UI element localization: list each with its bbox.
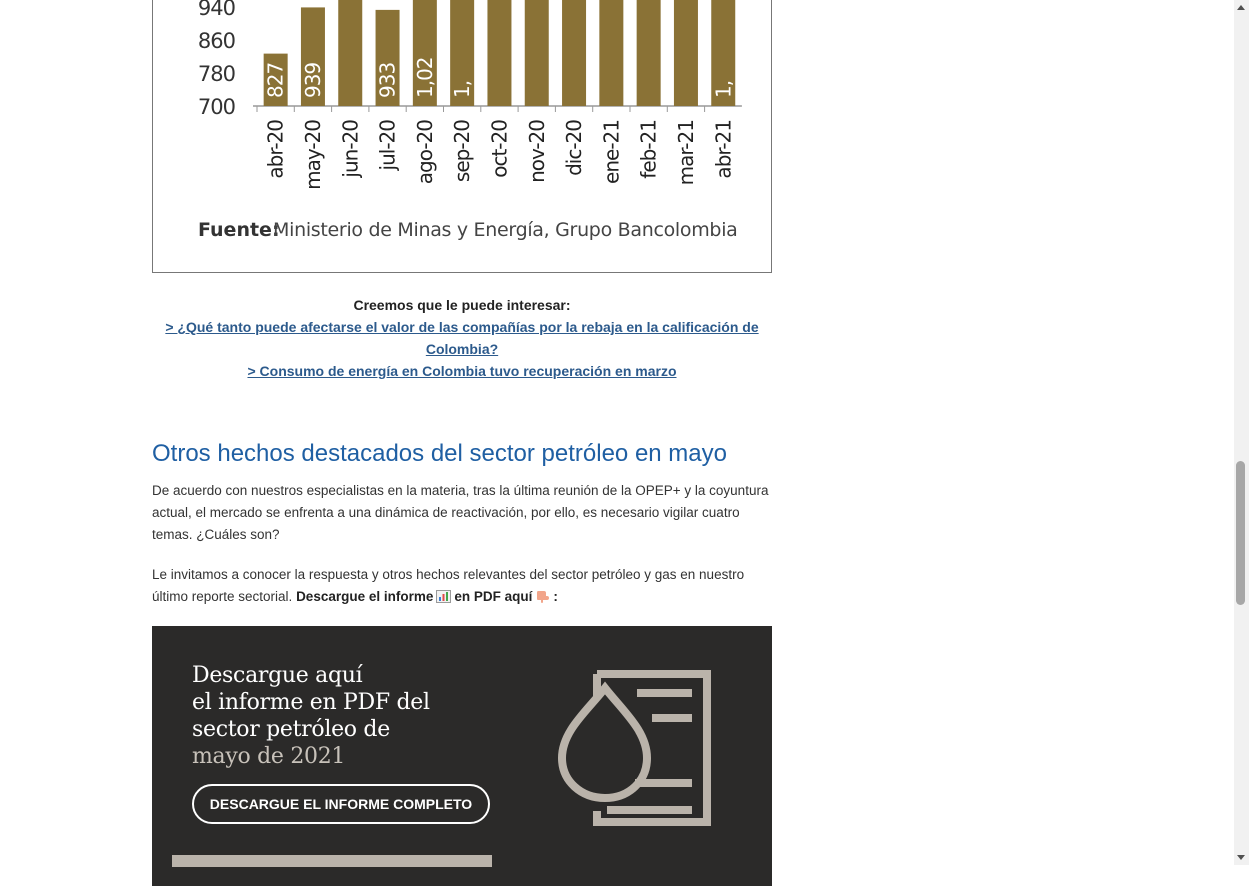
chart-bar [562, 0, 587, 106]
y-tick-label: 860 [198, 29, 235, 53]
chart-bar [673, 0, 698, 106]
page-scrollbar[interactable] [1234, 0, 1249, 865]
banner-line-1: Descargue aquí [192, 663, 363, 688]
pointing-down-emoji-icon [537, 591, 550, 603]
banner-line-3: sector petróleo de [192, 717, 390, 742]
x-category-label: may-20 [301, 120, 325, 190]
chart-bar [524, 0, 549, 106]
production-bar-chart: 700 780 860 940 827 abr-20 939 may-20 jun-20 933 j… [152, 0, 772, 273]
bar-value-label: 827 [264, 63, 288, 98]
related-link-consumo-energia[interactable]: > Consumo de energía en Colombia tuvo re… [152, 360, 772, 382]
x-category-label: ene-21 [599, 120, 623, 184]
x-category-label: oct-20 [487, 120, 511, 178]
bar-value-label: 1, [450, 81, 474, 98]
chart-bar [636, 0, 661, 106]
bar-value-label: 933 [376, 63, 400, 98]
paragraph-download: Le invitamos a conocer la respuesta y ot… [152, 564, 772, 608]
download-cta-part-b: en PDF aquí [454, 589, 533, 604]
x-category-label: jul-20 [376, 120, 400, 172]
x-category-label: ago-20 [413, 120, 437, 185]
banner-line-2: el informe en PDF del [192, 690, 430, 715]
download-cta-part-c: : [553, 589, 558, 604]
source-label: Fuente: [198, 219, 280, 241]
chart-bar [338, 0, 363, 106]
x-category-label: jun-20 [338, 120, 362, 179]
download-cta-part-a: Descargue el informe [296, 589, 434, 604]
scroll-up-icon[interactable] [1237, 5, 1245, 10]
x-category-label: feb-21 [637, 120, 661, 179]
x-category-label: dic-20 [562, 120, 586, 176]
x-category-label: sep-20 [450, 120, 474, 182]
download-cta-text: Descargue el informe en PDF aquí: [296, 589, 558, 604]
banner-line-4: mayo de 2021 [192, 744, 346, 769]
y-tick-label: 940 [198, 0, 235, 20]
y-tick-label: 700 [198, 95, 235, 119]
scrollbar-thumb[interactable] [1236, 461, 1245, 605]
bar-value-label: 1,02 [413, 57, 437, 98]
source-text: Ministerio de Minas y Energía, Grupo Ban… [273, 219, 738, 241]
bar-chart-emoji-icon [436, 590, 452, 603]
download-report-banner[interactable]: Descargue aquí el informe en PDF del sec… [152, 626, 772, 886]
oil-drop-document-icon [557, 670, 711, 826]
bar-value-label: 939 [301, 63, 325, 98]
related-heading: Creemos que le puede interesar: [353, 297, 571, 313]
chart-bar [599, 0, 624, 106]
chart-canvas: 700 780 860 940 827 abr-20 939 may-20 jun-20 933 j… [198, 0, 742, 241]
related-link-calificacion[interactable]: > ¿Qué tanto puede afectarse el valor de… [152, 316, 772, 360]
section-title: Otros hechos destacados del sector petró… [152, 440, 727, 467]
x-category-label: mar-21 [674, 120, 698, 185]
related-links: Creemos que le puede interesar: > ¿Qué t… [152, 294, 772, 382]
paragraph-intro: De acuerdo con nuestros especialistas en… [152, 483, 769, 542]
banner-headline: Descargue aquí el informe en PDF del sec… [192, 662, 430, 770]
chart-bar [487, 0, 512, 106]
x-category-label: nov-20 [525, 120, 549, 183]
x-category-label: abr-20 [264, 120, 288, 179]
bar-value-label: 1, [711, 81, 735, 98]
y-tick-label: 780 [198, 62, 235, 86]
download-full-report-button[interactable]: DESCARGUE EL INFORME COMPLETO [192, 784, 490, 824]
scroll-down-icon[interactable] [1237, 855, 1245, 860]
x-category-label: abr-21 [711, 120, 735, 179]
banner-footer-bar [172, 855, 492, 867]
